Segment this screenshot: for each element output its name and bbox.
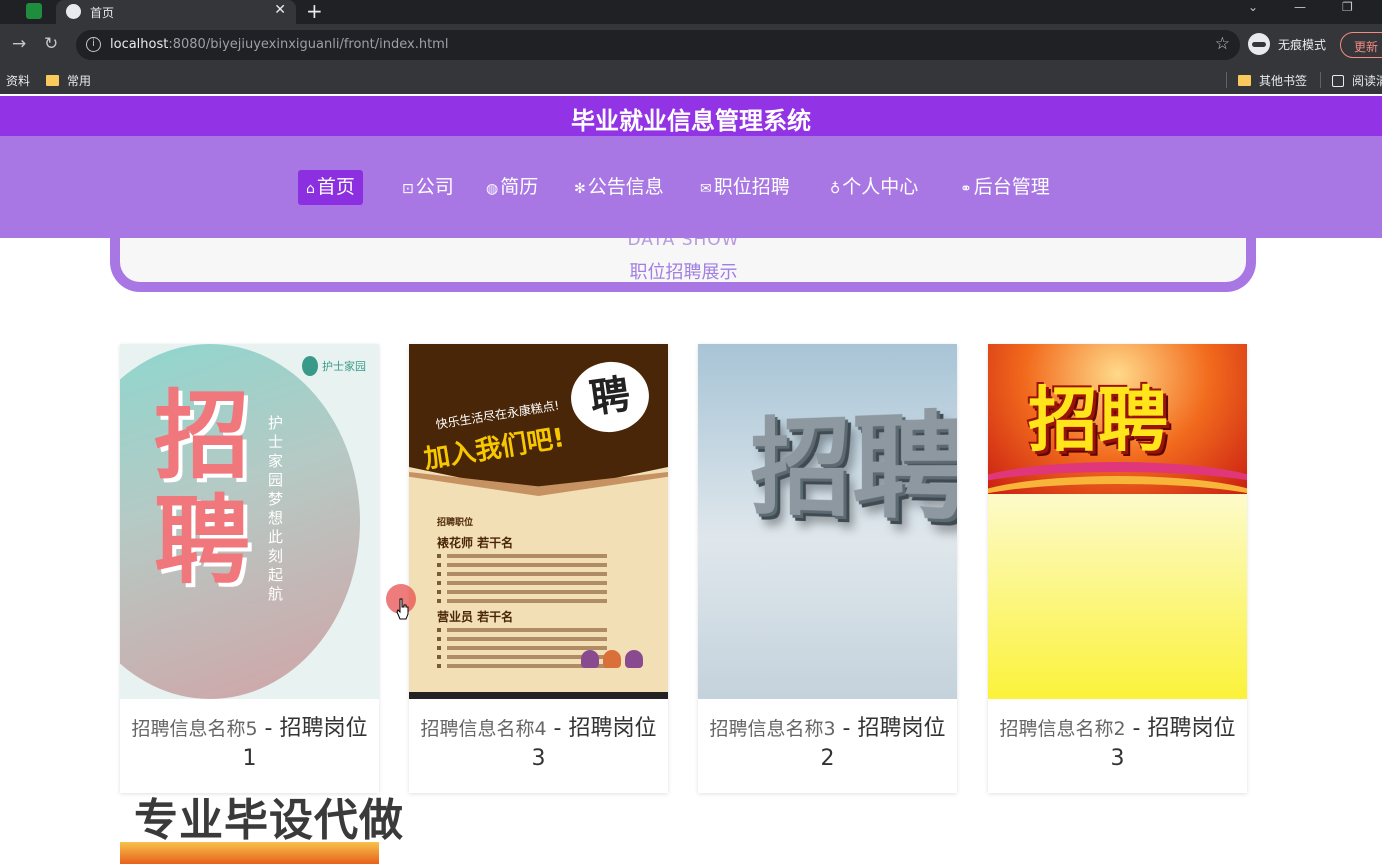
address-bar[interactable]: i localhost:8080/biyejiuyexinxiguanli/fr… [76,30,1240,60]
site-info-icon[interactable]: i [86,37,101,52]
leaf-icon [302,356,318,376]
tab-title: 首页 [90,6,115,20]
incognito-label: 无痕模式 [1278,38,1327,52]
job-poster-image[interactable]: 聘 快乐生活尽在永康糕点! 加入我们吧! 招聘职位 裱花师 若干名 营业员 若干… [409,344,668,699]
bookmark-star-icon[interactable]: ☆ [1215,34,1230,54]
update-button[interactable]: 更新 [1340,32,1382,58]
site-title: 毕业就业信息管理系统 [571,107,811,135]
nav-jobs[interactable]: ✉ 职位招聘 [692,170,798,205]
snowflake-icon: ✻ [574,181,586,197]
site-header: 毕业就业信息管理系统 [0,96,1382,136]
reading-list[interactable]: 阅读清 [1332,72,1382,89]
job-card[interactable]: 招聘 招聘信息名称2 - 招聘岗位3 [988,344,1247,793]
bookmark-folder[interactable]: 常用 [46,72,91,89]
nav-admin[interactable]: ⚭ 后台管理 [952,170,1058,205]
job-card[interactable]: 招聘 招聘信息名称3 - 招聘岗位2 [698,344,957,793]
nav-company[interactable]: ⊡ 公司 [394,170,462,205]
job-card[interactable]: 招聘 护士家园 梦想此刻起航 护士家园 招聘信息名称5 - 招聘岗位1 [120,344,379,793]
nav-announcements[interactable]: ✻ 公告信息 [566,170,672,205]
job-card-caption[interactable]: 招聘信息名称4 - 招聘岗位3 [419,714,658,774]
mail-icon: ✉ [700,181,712,197]
poster-headline: 招聘 [154,380,250,597]
globe-icon [66,4,81,19]
bookmarks-bar: 资料 常用 其他书签 阅读清 [0,66,1382,94]
other-bookmarks[interactable]: 其他书签 [1238,72,1307,89]
poster-logo: 护士家园 [302,356,366,376]
job-card-caption[interactable]: 招聘信息名称5 - 招聘岗位1 [130,714,369,774]
new-tab-button[interactable]: + [306,0,323,23]
job-card[interactable]: 聘 快乐生活尽在永康糕点! 加入我们吧! 招聘职位 裱花师 若干名 营业员 若干… [409,344,668,793]
browser-tab-bar: 首页 ✕ + ⌄ — ❐ [0,0,1382,24]
reload-icon[interactable]: ↻ [44,34,58,54]
folder-icon [46,75,59,86]
home-icon: ⌂ [306,181,315,197]
palette-icon: ◍ [486,181,499,197]
tab-close-icon[interactable]: ✕ [274,2,286,18]
job-poster-image[interactable]: 招聘 护士家园 梦想此刻起航 护士家园 [120,344,379,699]
job-card-caption[interactable]: 招聘信息名称3 - 招聘岗位2 [708,714,947,774]
nav-profile[interactable]: ♁ 个人中心 [822,170,926,205]
tab-search-icon[interactable]: ⌄ [1248,0,1258,14]
reading-list-icon [1332,75,1344,87]
folder-icon [1238,75,1251,86]
job-poster-image[interactable]: 招聘 [988,344,1247,699]
video-watermark: 专业毕设代做 [134,795,404,846]
forward-icon[interactable]: → [12,34,26,54]
link-icon: ⚭ [960,181,972,197]
user-icon: ♁ [830,181,841,197]
minimize-icon[interactable]: — [1294,0,1306,14]
bookmark-item[interactable]: 资料 [6,72,30,89]
incognito-indicator[interactable]: 无痕模式 [1248,32,1334,58]
restore-icon[interactable]: ❐ [1342,0,1353,14]
nav-home[interactable]: ⌂ 首页 [298,170,363,205]
section-title-zh: 职位招聘展示 [629,262,738,283]
browser-tab-active[interactable]: 首页 ✕ [56,0,296,24]
gift-icon: ⊡ [402,181,414,197]
main-nav: ⌂ 首页 ⊡ 公司 ◍ 简历 ✻ 公告信息 ✉ 职位招聘 ♁ 个人中心 ⚭ 后台管理 [0,136,1382,238]
browser-toolbar: → ↻ i localhost:8080/biyejiuyexinxiguanl… [0,24,1382,66]
poster-arc [988,476,1247,536]
cupcake-icon [581,646,647,672]
bookmark-divider [1320,72,1321,88]
incognito-icon [1248,33,1270,55]
poster-headline: 招聘 [1028,379,1168,461]
job-poster-image[interactable]: 招聘 [698,344,957,699]
nav-resume[interactable]: ◍ 简历 [478,170,546,205]
poster-footer [409,692,668,699]
poster-heading: 招聘职位 [437,518,474,528]
poster-job: 营业员 若干名 [437,610,514,624]
poster-job: 裱花师 若干名 [437,536,514,550]
sheets-app-icon[interactable] [26,3,42,19]
job-card-caption[interactable]: 招聘信息名称2 - 招聘岗位3 [998,714,1237,774]
poster-vertical-text: 护士家园 梦想此刻起航 [268,414,284,603]
url-text: localhost:8080/biyejiuyexinxiguanli/fron… [110,37,449,52]
hand-cursor-icon [396,598,409,620]
bookmark-divider [1226,72,1227,88]
poster-headline: 招聘 [750,398,957,538]
